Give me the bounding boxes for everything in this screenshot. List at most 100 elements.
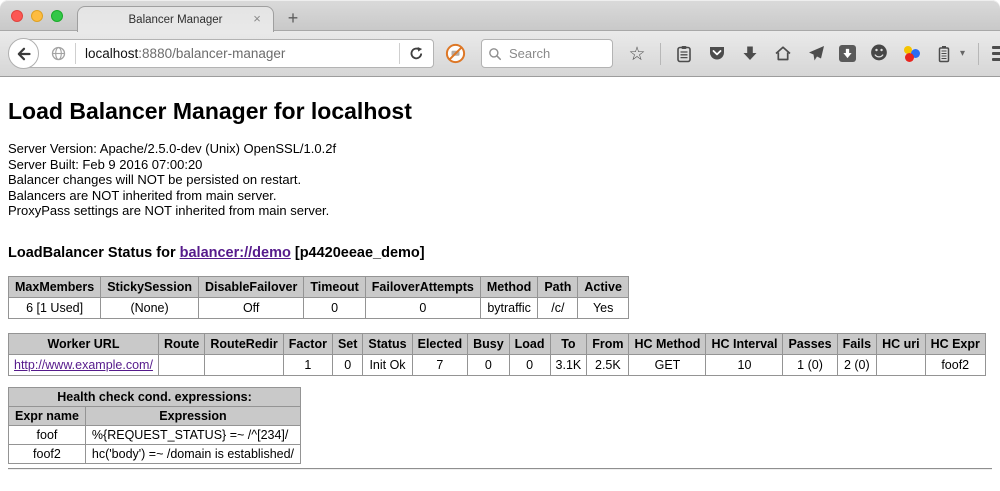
- cell-fails: 2 (0): [837, 354, 877, 375]
- col-factor: Factor: [283, 333, 332, 354]
- cell-timeout: 0: [304, 297, 365, 318]
- col-hc-method: HC Method: [629, 333, 706, 354]
- url-text[interactable]: localhost:8880/balancer-manager: [76, 46, 399, 61]
- reload-button[interactable]: [400, 46, 433, 61]
- cell-status: Init Ok: [363, 354, 412, 375]
- reload-icon: [409, 46, 424, 61]
- window-minimize-button[interactable]: [31, 10, 43, 22]
- cell-stickysession: (None): [101, 297, 199, 318]
- col-disablefailover: DisableFailover: [198, 276, 303, 297]
- server-info: Server Version: Apache/2.5.0-dev (Unix) …: [8, 141, 992, 219]
- cell-failoverattempts: 0: [365, 297, 480, 318]
- battery-extension-icon[interactable]: [934, 43, 954, 65]
- col-expression: Expression: [85, 406, 300, 425]
- download-manager-extension-icon[interactable]: [839, 45, 856, 62]
- col-failoverattempts: FailoverAttempts: [365, 276, 480, 297]
- balancer-settings-table: MaxMembers StickySession DisableFailover…: [8, 276, 629, 319]
- downloads-icon[interactable]: [740, 43, 760, 65]
- worker-status-table: Worker URL Route RouteRedir Factor Set S…: [8, 333, 986, 376]
- loadbalancer-status-heading: LoadBalancer Status for balancer://demo …: [8, 245, 992, 261]
- col-passes: Passes: [783, 333, 837, 354]
- health-check-table: Health check cond. expressions: Expr nam…: [8, 387, 301, 464]
- url-host: localhost: [85, 46, 138, 61]
- health-title-row: Health check cond. expressions:: [9, 387, 301, 406]
- new-tab-button[interactable]: +: [282, 6, 304, 30]
- col-from: From: [587, 333, 629, 354]
- col-hc-uri: HC uri: [877, 333, 926, 354]
- window-zoom-button[interactable]: [51, 10, 63, 22]
- browser-tab[interactable]: Balancer Manager ×: [77, 6, 274, 32]
- col-routeredir: RouteRedir: [205, 333, 283, 354]
- page-title: Load Balancer Manager for localhost: [8, 97, 992, 126]
- bookmark-star-icon[interactable]: ☆: [627, 43, 647, 65]
- col-set: Set: [332, 333, 362, 354]
- plugin-blocked-button[interactable]: [445, 43, 466, 64]
- feedback-smiley-icon[interactable]: ☻: [869, 43, 889, 65]
- health-header-row: Expr name Expression: [9, 406, 301, 425]
- col-maxmembers: MaxMembers: [9, 276, 101, 297]
- cell-active: Yes: [578, 297, 629, 318]
- pocket-icon[interactable]: [707, 43, 727, 65]
- col-worker-url: Worker URL: [9, 333, 159, 354]
- back-button[interactable]: [8, 38, 39, 69]
- window-close-button[interactable]: [11, 10, 23, 22]
- cell-load: 0: [509, 354, 550, 375]
- blocked-plugin-icon: [445, 43, 466, 64]
- cell-set: 0: [332, 354, 362, 375]
- worker-url-link[interactable]: http://www.example.com/: [14, 358, 153, 372]
- cell-to: 3.1K: [550, 354, 587, 375]
- tab-title: Balancer Manager: [129, 14, 223, 26]
- col-timeout: Timeout: [304, 276, 365, 297]
- status-suffix: [p4420eeae_demo]: [295, 245, 425, 261]
- toolbar-icons: ☆ ☻ ▾: [627, 43, 1000, 65]
- health-row-foof2: foof2 hc('body') =~ /domain is establish…: [9, 444, 301, 463]
- home-icon[interactable]: [773, 43, 793, 65]
- balancer-header-row: MaxMembers StickySession DisableFailover…: [9, 276, 629, 297]
- search-box[interactable]: [481, 39, 613, 68]
- url-path: :8880/balancer-manager: [138, 46, 285, 61]
- tab-close-icon[interactable]: ×: [250, 12, 264, 26]
- extension-dropdown-caret-icon[interactable]: ▾: [960, 48, 965, 59]
- cell-expr-name-2: foof2: [9, 444, 86, 463]
- col-busy: Busy: [468, 333, 510, 354]
- worker-header-row: Worker URL Route RouteRedir Factor Set S…: [9, 333, 986, 354]
- cell-busy: 0: [468, 354, 510, 375]
- worker-values-row: http://www.example.com/ 1 0 Init Ok 7 0 …: [9, 354, 986, 375]
- server-built-line: Server Built: Feb 9 2016 07:00:20: [8, 157, 992, 173]
- cell-maxmembers: 6 [1 Used]: [9, 297, 101, 318]
- cell-hc-interval: 10: [706, 354, 783, 375]
- cell-disablefailover: Off: [198, 297, 303, 318]
- col-hc-interval: HC Interval: [706, 333, 783, 354]
- cell-expr-name-1: foof: [9, 425, 86, 444]
- page-content: Load Balancer Manager for localhost Serv…: [0, 97, 1000, 470]
- send-tab-icon[interactable]: [806, 43, 826, 65]
- search-icon: [488, 47, 502, 61]
- colorzilla-extension-icon[interactable]: [902, 45, 921, 63]
- persist-warning-line: Balancer changes will NOT be persisted o…: [8, 172, 992, 188]
- status-prefix: LoadBalancer Status for: [8, 245, 176, 261]
- health-row-foof: foof %{REQUEST_STATUS} =~ /^[234]/: [9, 425, 301, 444]
- back-arrow-icon: [14, 43, 34, 65]
- balancer-demo-link[interactable]: balancer://demo: [180, 245, 291, 261]
- cell-routeredir: [205, 354, 283, 375]
- col-route: Route: [158, 333, 204, 354]
- cell-hc-method: GET: [629, 354, 706, 375]
- cell-route: [158, 354, 204, 375]
- col-elected: Elected: [412, 333, 467, 354]
- col-active: Active: [578, 276, 629, 297]
- proxypass-warning-line: ProxyPass settings are NOT inherited fro…: [8, 203, 992, 219]
- red-dot: [905, 53, 914, 62]
- server-version-line: Server Version: Apache/2.5.0-dev (Unix) …: [8, 141, 992, 157]
- search-input[interactable]: [507, 45, 597, 62]
- cell-hc-uri: [877, 354, 926, 375]
- globe-icon: [48, 43, 68, 65]
- cell-hc-expr: foof2: [925, 354, 985, 375]
- menu-hamburger-icon[interactable]: [992, 46, 1000, 61]
- col-to: To: [550, 333, 587, 354]
- inherit-warning-line: Balancers are NOT inherited from main se…: [8, 188, 992, 204]
- cell-worker-url: http://www.example.com/: [9, 354, 159, 375]
- url-bar[interactable]: localhost:8880/balancer-manager: [22, 39, 434, 68]
- balancer-values-row: 6 [1 Used] (None) Off 0 0 bytraffic /c/ …: [9, 297, 629, 318]
- reading-list-icon[interactable]: [674, 43, 694, 65]
- cell-passes: 1 (0): [783, 354, 837, 375]
